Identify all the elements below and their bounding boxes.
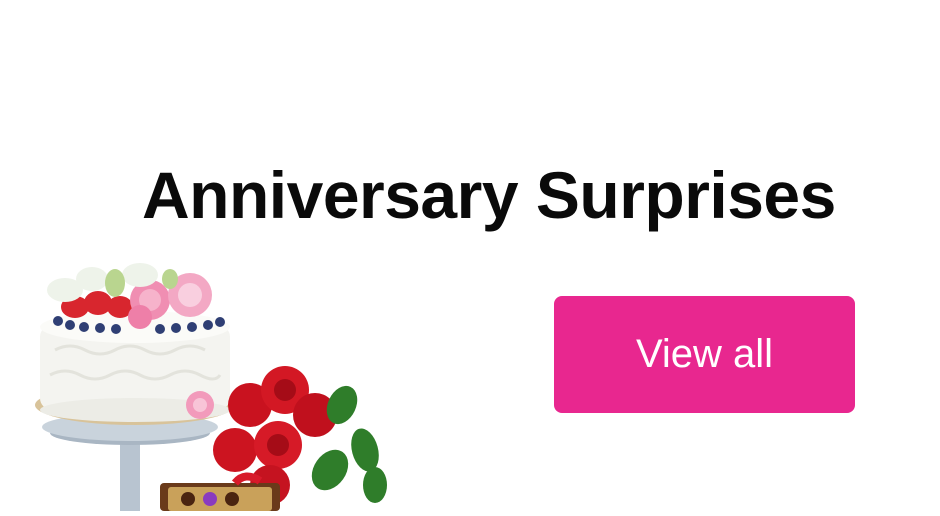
cake-roses-chocolates-icon [35, 263, 387, 511]
view-all-button[interactable]: View all [554, 296, 855, 413]
section-title: Anniversary Surprises [142, 157, 836, 232]
anniversary-product-image[interactable] [20, 255, 400, 511]
